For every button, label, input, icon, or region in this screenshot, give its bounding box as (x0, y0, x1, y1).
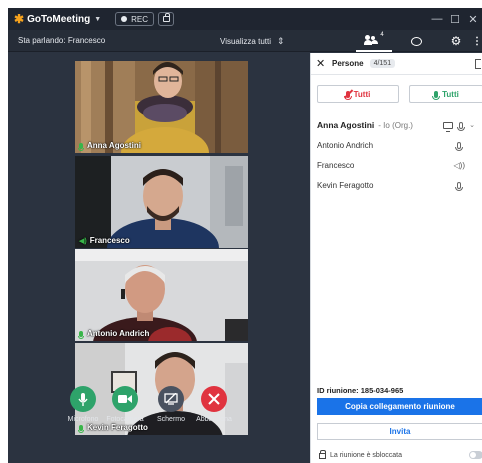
lock-icon (162, 13, 170, 22)
view-all-label: Visualizza tutti (220, 36, 271, 46)
leave-button[interactable]: Abbandona (194, 386, 234, 423)
meeting-id: ID riunione: 185-034-965 (317, 386, 404, 395)
participant-name: Francesco (89, 236, 130, 245)
minimize-icon[interactable]: — (428, 13, 446, 25)
maximize-icon[interactable]: ☐ (446, 13, 464, 26)
chevron-up-down-icon: ⇕ (277, 35, 285, 46)
video-tile[interactable]: ◀) Francesco (75, 156, 248, 248)
title-bar: ✱ GoToMeeting ▼ REC — ☐ ✕ (8, 8, 482, 30)
close-icon (201, 386, 227, 412)
screen-icon (443, 121, 454, 132)
invite-button[interactable]: Invita (317, 423, 482, 440)
record-icon (121, 16, 128, 22)
people-panel: ✕ Persone 4/151 Tutti Tutti Anna Agostin… (310, 53, 482, 463)
view-all-dropdown[interactable]: Visualizza tutti ⇕ (220, 30, 285, 52)
chevron-down-icon[interactable]: ⌄ (469, 121, 475, 129)
camera-label: Fotocamera (106, 416, 144, 423)
mute-all-label: Tutti (353, 89, 371, 99)
mic-icon (78, 142, 84, 151)
unmute-all-button[interactable]: Tutti (409, 85, 482, 103)
people-icon (364, 35, 379, 45)
lock-meeting-button[interactable] (158, 12, 175, 26)
tab-chat[interactable] (404, 30, 428, 52)
gotomeeting-window: ✱ GoToMeeting ▼ REC — ☐ ✕ Sta parlando: … (8, 8, 482, 463)
screen-share-icon (158, 386, 184, 412)
camera-button[interactable]: Fotocamera (105, 386, 145, 423)
participant-name: Antonio Andrich (87, 329, 150, 338)
mute-all-button[interactable]: Tutti (317, 85, 399, 103)
more-button[interactable]: ⋮ (472, 30, 482, 52)
participant-name: Francesco (317, 160, 355, 170)
mic-icon (432, 90, 441, 100)
gotomeeting-logo-icon: ✱ (14, 12, 25, 26)
participant-row[interactable]: Kevin Feragotto (311, 175, 482, 195)
microphone-label: Microfono (67, 416, 99, 423)
brand-name: GoToMeeting (27, 13, 91, 25)
participant-video (75, 249, 248, 341)
panel-title: Persone (332, 59, 364, 68)
participant-row[interactable]: Antonio Andrich (311, 135, 482, 155)
microphone-button[interactable]: Microfono (63, 386, 103, 423)
record-button[interactable]: REC (115, 12, 155, 26)
participant-name-label: Anna Agostini (78, 141, 141, 151)
participant-name: Kevin Feragotto (317, 180, 374, 190)
meeting-controls: Microfono Fotocamera Schermo Abbandona (63, 380, 263, 463)
tab-people[interactable]: 4 (356, 30, 392, 52)
participant-row[interactable]: Francesco ◁)) (311, 155, 482, 175)
participant-name: Antonio Andrich (317, 140, 374, 150)
microphone-icon (70, 386, 96, 412)
participant-name-label: ◀) Francesco (79, 236, 130, 245)
mic-icon (455, 141, 463, 151)
video-tile[interactable]: Antonio Andrich (75, 249, 248, 341)
unmute-all-label: Tutti (442, 89, 459, 99)
tab-settings[interactable]: ⚙ (444, 30, 468, 52)
participant-video (75, 156, 248, 248)
speaker-icon: ◁)) (453, 160, 465, 170)
participant-name: Anna Agostini (317, 120, 375, 130)
more-icon: ⋮ (472, 35, 482, 47)
mic-muted-icon (343, 88, 353, 100)
lock-status-text: La riunione è sbloccata (330, 451, 402, 459)
panel-tabs: 4 ⚙ ⋮ (310, 30, 482, 52)
chat-icon (410, 36, 422, 46)
screen-share-label: Schermo (156, 416, 185, 423)
people-count: 4 (380, 32, 384, 38)
video-tile[interactable]: Anna Agostini (75, 61, 248, 153)
participant-count-badge: 4/151 (369, 59, 396, 68)
camera-icon (112, 386, 138, 412)
unlock-icon (319, 450, 326, 459)
lock-toggle[interactable] (469, 451, 482, 459)
window-controls: — ☐ ✕ (428, 8, 482, 30)
active-speaker-text: Sta parlando: Francesco (18, 36, 106, 45)
speaker-icon: ◀) (79, 237, 87, 245)
meeting-lock-status: La riunione è sbloccata (319, 449, 402, 461)
participant-row-host[interactable]: Anna Agostini - Io (Org.) ⌄ (311, 115, 482, 135)
close-icon[interactable]: ✕ (464, 13, 482, 26)
meeting-toolbar: Sta parlando: Francesco Visualizza tutti… (8, 30, 482, 52)
host-tag: - Io (Org.) (378, 120, 413, 130)
leave-label: Abbandona (196, 416, 232, 423)
participant-name: Anna Agostini (87, 141, 141, 150)
gear-icon: ⚙ (450, 34, 462, 48)
close-panel-icon[interactable]: ✕ (316, 57, 328, 70)
participant-video (75, 61, 248, 153)
record-label: REC (131, 14, 149, 24)
copy-link-button[interactable]: Copia collegamento riunione (317, 398, 482, 415)
mic-icon (457, 121, 466, 131)
screen-share-button[interactable]: Schermo (151, 386, 191, 423)
mic-icon (78, 330, 84, 339)
participant-name-label: Antonio Andrich (78, 329, 150, 339)
chevron-down-icon: ▼ (94, 15, 102, 23)
pop-out-icon[interactable] (475, 59, 481, 69)
mic-icon (455, 181, 463, 191)
panel-header: ✕ Persone 4/151 (311, 53, 482, 75)
app-menu[interactable]: ✱ GoToMeeting ▼ (14, 12, 101, 26)
